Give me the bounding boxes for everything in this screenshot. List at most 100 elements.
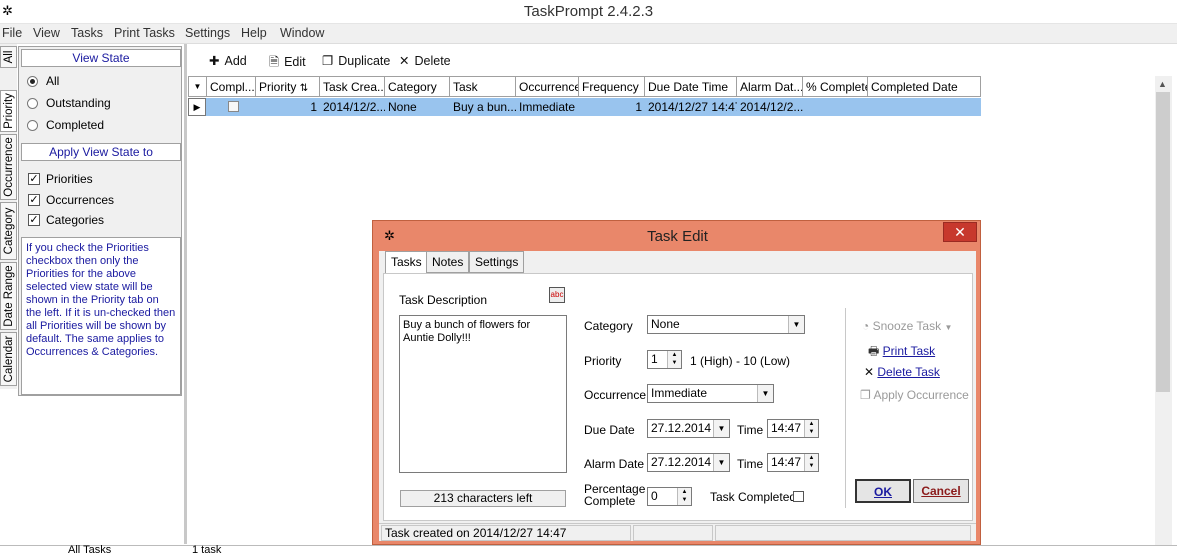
- col-occurrence[interactable]: Occurrence: [516, 76, 579, 97]
- cell-category: None: [388, 100, 417, 114]
- task-completed-checkbox[interactable]: [793, 491, 804, 502]
- tab-date-range[interactable]: Date Range: [0, 262, 17, 330]
- help-text: If you check the Priorities checkbox the…: [21, 237, 181, 395]
- menu-print-tasks[interactable]: Print Tasks: [114, 26, 175, 40]
- print-task-button[interactable]: 🖶 Print Task: [868, 342, 935, 363]
- col-task[interactable]: Task: [450, 76, 516, 97]
- occurrences-checkbox[interactable]: ✓: [28, 194, 40, 206]
- col-category[interactable]: Category: [385, 76, 450, 97]
- splitter[interactable]: [184, 44, 187, 544]
- col-percent-complete[interactable]: % Complete: [803, 76, 868, 97]
- dialog-status-bar: Task created on 2014/12/27 14:47: [379, 523, 976, 541]
- col-alarm-date[interactable]: Alarm Dat...: [737, 76, 803, 97]
- due-time-stepper[interactable]: 14:47 ▲ ▼: [767, 419, 819, 438]
- cell-occurrence: Immediate: [519, 100, 576, 114]
- tab-occurrence[interactable]: Occurrence: [0, 134, 17, 200]
- snooze-task-button[interactable]: ◔ Snooze Task ▼: [862, 319, 952, 333]
- priorities-checkbox[interactable]: ✓: [28, 173, 40, 185]
- categories-checkbox[interactable]: ✓: [28, 214, 40, 226]
- due-date-picker[interactable]: 27.12.2014 ▼: [647, 419, 730, 438]
- col-task-created[interactable]: Task Crea...: [320, 76, 385, 97]
- task-completed-label: Task Completed: [710, 490, 797, 504]
- tasks-tab-content: Task Description abc Buy a bunch of flow…: [383, 273, 973, 521]
- cell-due: 2014/12/27 14:47: [648, 100, 737, 114]
- close-button[interactable]: ✕: [943, 222, 977, 242]
- task-created-status: Task created on 2014/12/27 14:47: [381, 525, 631, 541]
- category-label: Category: [584, 319, 633, 333]
- task-description-textarea[interactable]: Buy a bunch of flowers for Auntie Dolly!…: [399, 315, 567, 473]
- occurrence-select[interactable]: Immediate ▼: [647, 384, 774, 403]
- scroll-up-icon[interactable]: ▲: [1158, 79, 1167, 89]
- menu-window[interactable]: Window: [280, 26, 324, 40]
- chevron-down-icon: ▼: [713, 454, 729, 471]
- edit-icon: 🗎: [269, 55, 280, 69]
- row-completed-checkbox[interactable]: [228, 101, 239, 112]
- apply-occurrence-button[interactable]: ❐ Apply Occurrence: [860, 388, 969, 402]
- apply-view-state-header: Apply View State to: [21, 143, 181, 161]
- cell-frequency: 1: [635, 100, 642, 114]
- cell-created: 2014/12/2...: [323, 100, 385, 114]
- alarm-time-stepper[interactable]: 14:47 ▲ ▼: [767, 453, 819, 472]
- spell-check-icon[interactable]: abc: [549, 287, 565, 303]
- status-bar: All Tasks 1 task: [0, 545, 1177, 556]
- alarm-date-picker[interactable]: 27.12.2014 ▼: [647, 453, 730, 472]
- view-state-header: View State: [21, 49, 181, 67]
- category-select[interactable]: None ▼: [647, 315, 805, 334]
- spin-arrows-icon: ▲ ▼: [667, 351, 681, 368]
- delete-button[interactable]: ✕ Delete: [399, 53, 451, 68]
- plus-icon: ✚: [209, 54, 220, 68]
- due-date-label: Due Date: [584, 423, 635, 437]
- col-frequency[interactable]: Frequency: [579, 76, 645, 97]
- col-due-date-time[interactable]: Due Date Time: [645, 76, 737, 97]
- radio-all[interactable]: [27, 76, 38, 87]
- menu-tasks[interactable]: Tasks: [71, 26, 103, 40]
- priorities-label: Priorities: [46, 172, 93, 186]
- tab-all[interactable]: All: [0, 46, 17, 68]
- col-priority[interactable]: Priority ⇅: [256, 76, 320, 97]
- cancel-button[interactable]: Cancel: [913, 479, 969, 503]
- chevron-down-icon: ▼: [788, 316, 804, 333]
- vertical-tabs: All Priority Occurrence Category Date Ra…: [0, 44, 17, 389]
- edit-button[interactable]: 🗎 Edit: [269, 53, 306, 74]
- alarm-time-label: Time: [737, 457, 764, 471]
- tab-tasks[interactable]: Tasks: [385, 251, 428, 274]
- task-description-label: Task Description: [399, 293, 488, 307]
- priority-stepper[interactable]: 1 ▲ ▼: [647, 350, 682, 369]
- printer-icon: 🖶: [868, 344, 883, 358]
- cell-task: Buy a bun...: [453, 100, 516, 114]
- tab-calendar[interactable]: Calendar: [0, 332, 17, 386]
- snooze-icon: ◔: [862, 319, 873, 333]
- status-cell: [715, 525, 971, 541]
- spin-arrows-icon: ▲ ▼: [677, 488, 691, 505]
- duplicate-button[interactable]: ❐ Duplicate: [322, 53, 390, 68]
- characters-left: 213 characters left: [400, 490, 566, 507]
- tab-settings[interactable]: Settings: [469, 251, 525, 273]
- grid-corner-dropdown[interactable]: ▼: [188, 76, 207, 97]
- task-edit-dialog: ✲ Task Edit ✕ Tasks Notes Settings Task …: [372, 220, 981, 545]
- toolbar: ✚ Add 🗎 Edit ❐ Duplicate ✕ Delete: [188, 48, 1173, 74]
- apply-icon: ❐: [860, 388, 874, 402]
- ok-button[interactable]: OK: [855, 479, 911, 503]
- occurrences-label: Occurrences: [46, 193, 115, 207]
- col-completed-date[interactable]: Completed Date: [868, 76, 981, 97]
- percent-stepper[interactable]: 0 ▲ ▼: [647, 487, 692, 506]
- delete-task-button[interactable]: ✕ Delete Task: [864, 365, 940, 379]
- title-bar: ✲ TaskPrompt 2.4.2.3: [0, 0, 1177, 24]
- row-indicator-icon[interactable]: ▶: [188, 98, 206, 116]
- menu-settings[interactable]: Settings: [185, 26, 230, 40]
- dialog-body: Tasks Notes Settings Task Description ab…: [379, 251, 976, 540]
- radio-outstanding[interactable]: [27, 98, 38, 109]
- close-icon: ✕: [954, 224, 966, 240]
- tab-notes[interactable]: Notes: [426, 251, 470, 273]
- dialog-title: Task Edit: [647, 228, 708, 245]
- col-completed[interactable]: Compl...: [207, 76, 256, 97]
- menu-help[interactable]: Help: [241, 26, 267, 40]
- menu-file[interactable]: File: [2, 26, 22, 40]
- tab-category[interactable]: Category: [0, 202, 17, 260]
- tab-priority[interactable]: Priority: [0, 90, 17, 132]
- menu-view[interactable]: View: [33, 26, 60, 40]
- radio-outstanding-label: Outstanding: [46, 96, 111, 110]
- scrollbar-thumb[interactable]: [1156, 92, 1170, 392]
- add-button[interactable]: ✚ Add: [209, 53, 247, 68]
- radio-completed[interactable]: [27, 120, 38, 131]
